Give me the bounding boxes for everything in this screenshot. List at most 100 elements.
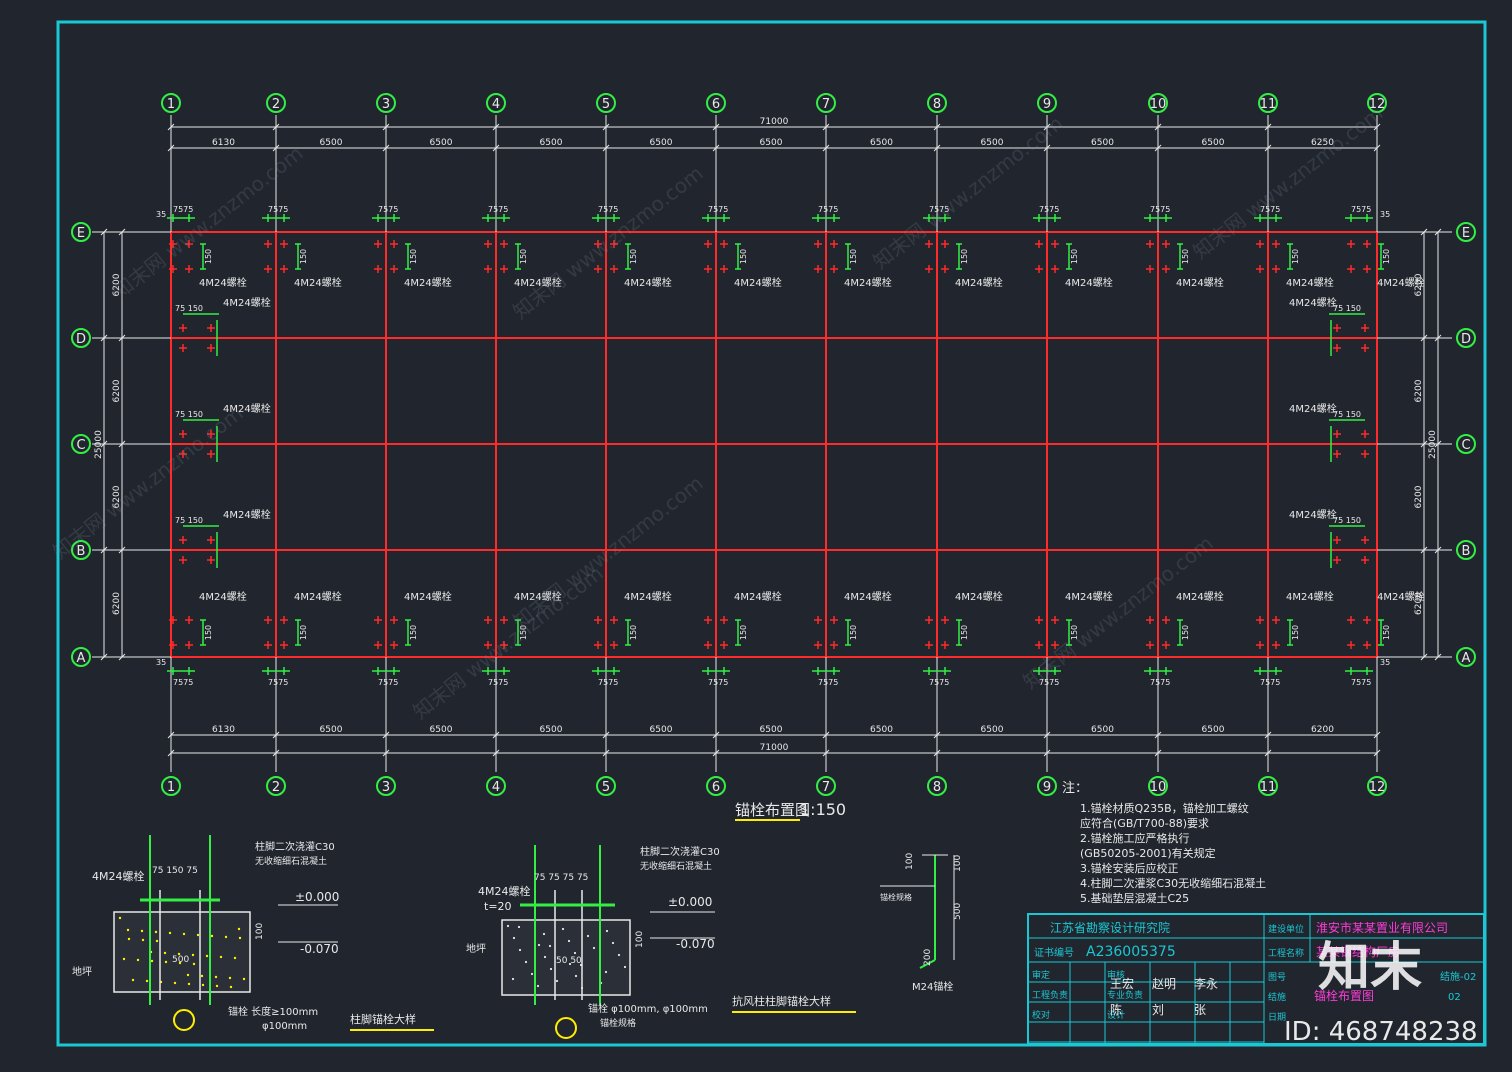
detail-3-label: 锚栓规格 [880,892,912,902]
anchor-bolt-label: 4M24螺栓 [1065,590,1113,603]
anchor-dim-text: 150 [299,249,308,264]
anchor-dim-text: 150 [739,249,748,264]
detail-2-dims: 75 75 75 75 [534,873,588,883]
aggregate-dot [555,979,559,983]
axis-bubble-top-9-label: 9 [1043,97,1051,112]
axis-bubble-left-E-label: E [77,226,85,241]
aggregate-dot [191,953,195,957]
axis-bubble-bottom-7-label: 7 [822,780,830,795]
aggregate-dot [127,937,131,941]
watermark-text: 知末网 www.znzmo.com [1188,101,1387,264]
axis-bubble-bottom-6-label: 6 [712,780,720,795]
axis-bubble-left-A-label: A [77,651,86,666]
watermark-text: 知末网 www.znzmo.com [408,561,607,724]
axis-bubble-right-B-label: B [1462,544,1471,559]
axis-bubble-bottom-8-label: 8 [933,780,941,795]
aggregate-dot [543,955,547,959]
anchor-dim-text: 150 [409,625,418,640]
tb-project-label: 工程名称 [1268,947,1304,959]
dim-bottom-span: 6500 [760,725,783,735]
aggregate-dot [150,959,154,963]
anchor-dim-text: 150 [629,625,638,640]
tb-client: 淮安市某某置业有限公司 [1316,920,1448,935]
anchor-dim-text: 7575 [818,678,838,687]
dim-bottom-span: 6500 [870,725,893,735]
aggregate-dot [573,951,577,955]
detail-2-marker [555,1017,577,1039]
tb-sheet: 结施-02 [1440,970,1476,983]
axis-bubble-top-5-label: 5 [602,97,610,112]
anchor-bolt-label: 4M24螺栓 [199,590,247,603]
anchor-bolt-label: 4M24螺栓 [404,590,452,603]
anchor-bolt-label: 4M24螺栓 [844,276,892,289]
notes: 注： 1.锚栓材质Q235B，锚栓加工螺纹 应符合(GB/T700-88)要求2… [1062,781,1266,905]
anchor-bolt-label: 4M24螺栓 [1286,276,1334,289]
anchor-dim-text: 7575 [818,205,838,214]
anchor-dim-text: 7575 [488,205,508,214]
anchor-dim-text: 150 [739,625,748,640]
aggregate-dot [126,928,130,932]
aggregate-dot [205,954,209,958]
aggregate-dot [567,939,571,943]
aggregate-dot [238,936,242,940]
aggregate-dot [118,916,122,920]
detail-2-bolt: 4M24螺栓 [478,884,531,898]
dim-top-total: 71000 [760,117,789,127]
image-id: ID: 468748238 [1284,1017,1478,1047]
anchor-dim-text: 7575 [268,678,288,687]
axis-bubble-top-8-label: 8 [933,97,941,112]
dim-top-span: 6500 [1091,138,1114,148]
aggregate-dot [201,983,205,987]
aggregate-dot [574,974,578,978]
watermark-text: 知末网 www.znzmo.com [1018,531,1217,694]
anchor-dim-text: 7575 [708,205,728,214]
anchor-bolt-label: 4M24螺栓 [223,508,271,521]
aggregate-dot [605,929,609,933]
dim-top-span: 6500 [981,138,1004,148]
aggregate-dot [512,936,516,940]
aggregate-dot [592,946,596,950]
axis-bubble-bottom-1-label: 1 [167,780,175,795]
tb-stamp: 图号 [1268,972,1286,983]
aggregate-dot [586,934,590,938]
detail-2-anchor: 锚栓 φ100mm, φ100mm [588,1002,708,1015]
aggregate-dot [617,953,621,957]
axis-bubble-bottom-9-label: 9 [1043,780,1051,795]
axis-bubble-top-6-label: 6 [712,97,720,112]
anchor-dim-text: 150 [519,249,528,264]
dim-top-span: 6500 [1202,138,1225,148]
anchor-dim-text: 150 [629,249,638,264]
anchor-bolt-label: 4M24螺栓 [624,590,672,603]
anchor-bolt-label: 4M24螺栓 [223,296,271,309]
anchor-dim-text: 7575 [1351,678,1371,687]
detail-2-title: 抗风柱柱脚锚栓大样 [732,994,831,1008]
aggregate-dot [524,960,528,964]
aggregate-dot [140,929,144,933]
tb-name: 李永 [1194,976,1218,991]
anchor-layer: 7575 150 4M24螺栓 7575 150 4M24螺栓 7575 150 4M24螺栓 7… [156,205,1425,687]
tb-client-label: 建设单位 [1268,923,1304,935]
anchor-dim-text: 7575 [598,678,618,687]
anchor-bolt-label: 4M24螺栓 [844,590,892,603]
detail-3-title: M24锚栓 [912,980,953,993]
detail-3-dim: 500 [953,903,963,920]
detail-3-dim: 200 [923,949,933,966]
dim-bottom-span: 6500 [320,725,343,735]
tb-name: 王宏 [1110,976,1134,991]
dim-right-bay: 6200 [1414,379,1424,402]
detail-1-dims: 75 150 75 [152,866,198,876]
drawing-canvas: 6130 6500 6500 6500 6500 6500 6500 6500 6500 6500… [48,20,1487,1047]
anchor-dim-text: 7575 [173,205,193,214]
dim-top-span: 6500 [650,138,673,148]
anchor-bolt-label: 4M24螺栓 [294,590,342,603]
detail-2-concrete-sub: 无收缩细石混凝土 [640,860,712,872]
anchor-dim-text: 150 [1291,249,1300,264]
axis-bubble-left-C-label: C [76,438,85,453]
anchor-dim-text: 150 [1291,625,1300,640]
aggregate-dot [196,933,200,937]
anchor-dim-text: 150 [1382,249,1391,264]
dim-bottom-span: 6500 [540,725,563,735]
dim-bottom-total: 71000 [760,743,789,753]
anchor-bolt-label: 4M24螺栓 [955,590,1003,603]
detail-1-anchor2: φ100mm [262,1021,307,1032]
